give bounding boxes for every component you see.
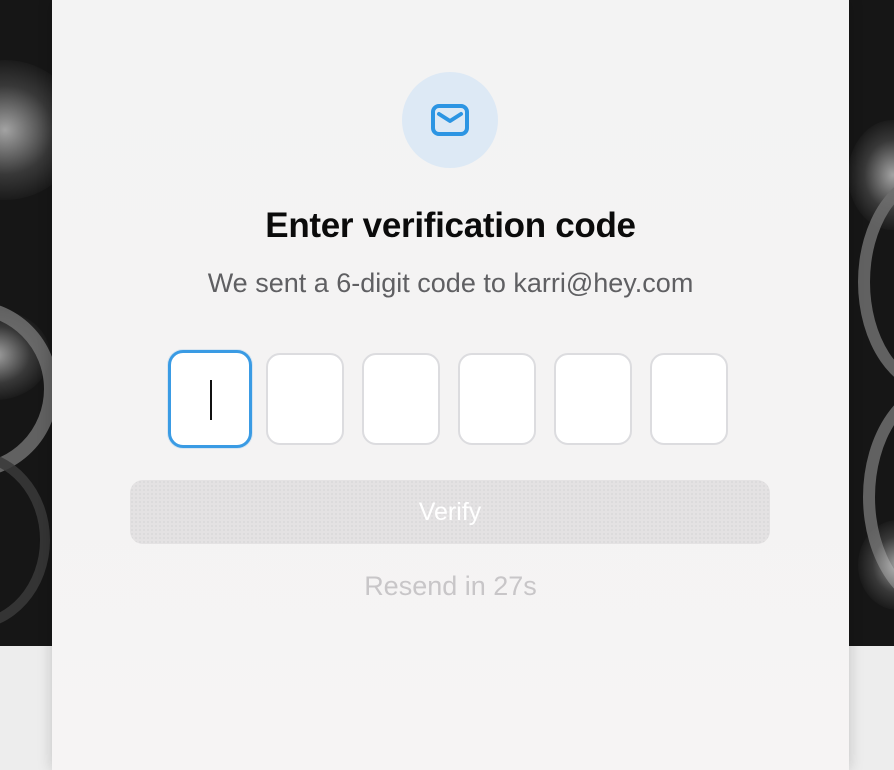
screen: Enter verification code We sent a 6-digi… xyxy=(0,0,894,770)
mail-icon xyxy=(431,104,469,136)
code-digit-5[interactable] xyxy=(554,353,632,445)
background-image-left xyxy=(0,0,52,646)
code-digit-6[interactable] xyxy=(650,353,728,445)
verify-button[interactable]: Verify xyxy=(130,480,770,544)
code-digit-2[interactable] xyxy=(266,353,344,445)
code-input-group xyxy=(168,350,734,448)
code-digit-3[interactable] xyxy=(362,353,440,445)
page-title: Enter verification code xyxy=(265,206,636,245)
mail-icon-badge xyxy=(402,72,498,168)
code-digit-4[interactable] xyxy=(458,353,536,445)
verification-modal: Enter verification code We sent a 6-digi… xyxy=(52,0,849,770)
background-image-right xyxy=(848,0,894,646)
resend-countdown: Resend in 27s xyxy=(364,571,537,601)
text-caret xyxy=(210,380,212,420)
code-digit-1-wrapper xyxy=(168,350,252,448)
subtitle: We sent a 6-digit code to karri@hey.com xyxy=(207,268,694,298)
